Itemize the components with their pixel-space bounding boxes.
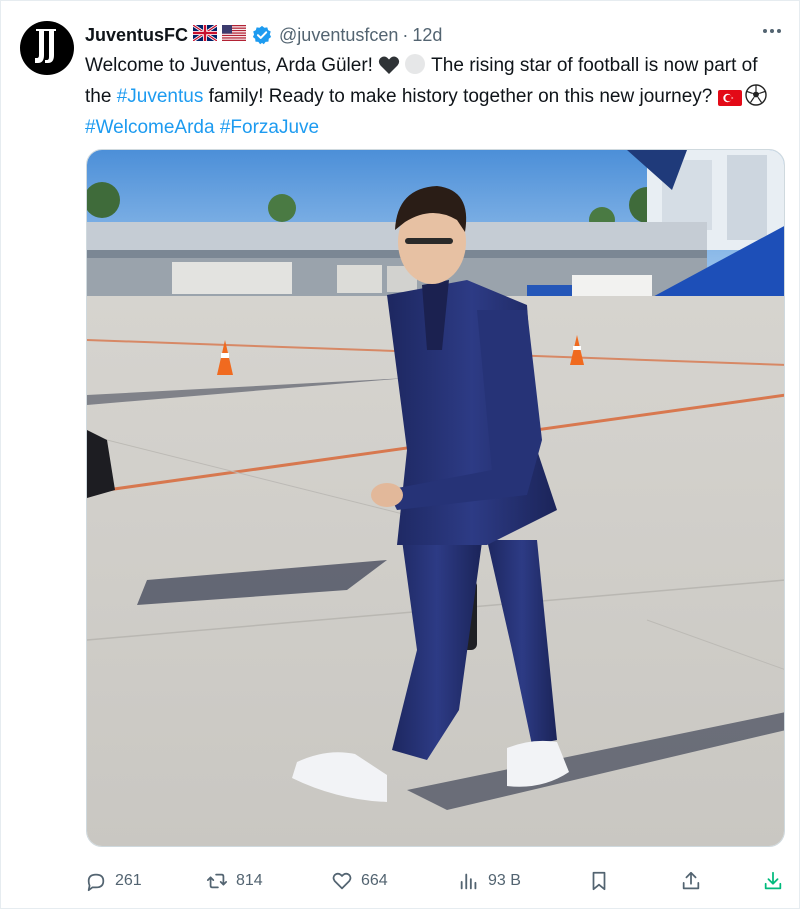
juventus-logo-icon (35, 29, 56, 63)
reply-icon (87, 873, 105, 892)
views-icon (460, 873, 477, 890)
like-icon (332, 872, 352, 890)
tweet-card: JuventusFC @juventusfcen · 12d Welcome t… (0, 0, 800, 909)
tweet-text-part: family! Ready to make history together o… (203, 86, 718, 107)
repost-icon (206, 873, 228, 889)
hashtag-link[interactable]: #WelcomeArda (85, 117, 215, 138)
hashtag-link[interactable]: #ForzaJuve (220, 117, 319, 138)
user-handle[interactable]: @juventusfcen (279, 25, 398, 46)
soccer-ball-icon (744, 84, 767, 114)
download-button[interactable] (762, 866, 784, 896)
uk-flag-icon (192, 23, 218, 46)
tweet-text: Welcome to Juventus, Arda Güler! The ris… (85, 52, 785, 141)
tweet-timestamp[interactable]: 12d (412, 25, 442, 46)
repost-button[interactable]: 814 (206, 866, 263, 896)
white-circle-icon (404, 53, 426, 83)
us-flag-icon (222, 24, 247, 46)
black-heart-icon (378, 55, 400, 83)
tweet-photo[interactable] (86, 149, 785, 847)
repost-count: 814 (236, 872, 263, 889)
tweet-text-part: Welcome to Juventus, Arda Güler! (85, 55, 379, 76)
view-count: 93 B (488, 872, 521, 889)
header-separator: · (402, 24, 409, 45)
more-icon[interactable] (763, 29, 781, 33)
avatar[interactable] (20, 21, 74, 75)
views-button[interactable]: 93 B (458, 866, 521, 896)
turkey-flag-icon (717, 87, 742, 114)
display-name[interactable]: JuventusFC (85, 25, 188, 46)
hashtag-link[interactable]: #Juventus (117, 86, 204, 107)
tweet-actions: 261 814 664 93 B (85, 866, 785, 896)
share-button[interactable] (680, 866, 702, 896)
like-count: 664 (361, 872, 388, 889)
download-icon (764, 871, 782, 890)
verified-badge-icon[interactable] (252, 25, 272, 45)
share-icon (682, 871, 700, 890)
airport-photo (87, 150, 784, 846)
tweet-header: JuventusFC @juventusfcen · 12d (85, 23, 442, 47)
reply-count: 261 (115, 872, 142, 889)
like-button[interactable]: 664 (331, 866, 388, 896)
reply-button[interactable]: 261 (85, 866, 142, 896)
bookmark-icon (592, 871, 606, 891)
bookmark-button[interactable] (588, 866, 610, 896)
